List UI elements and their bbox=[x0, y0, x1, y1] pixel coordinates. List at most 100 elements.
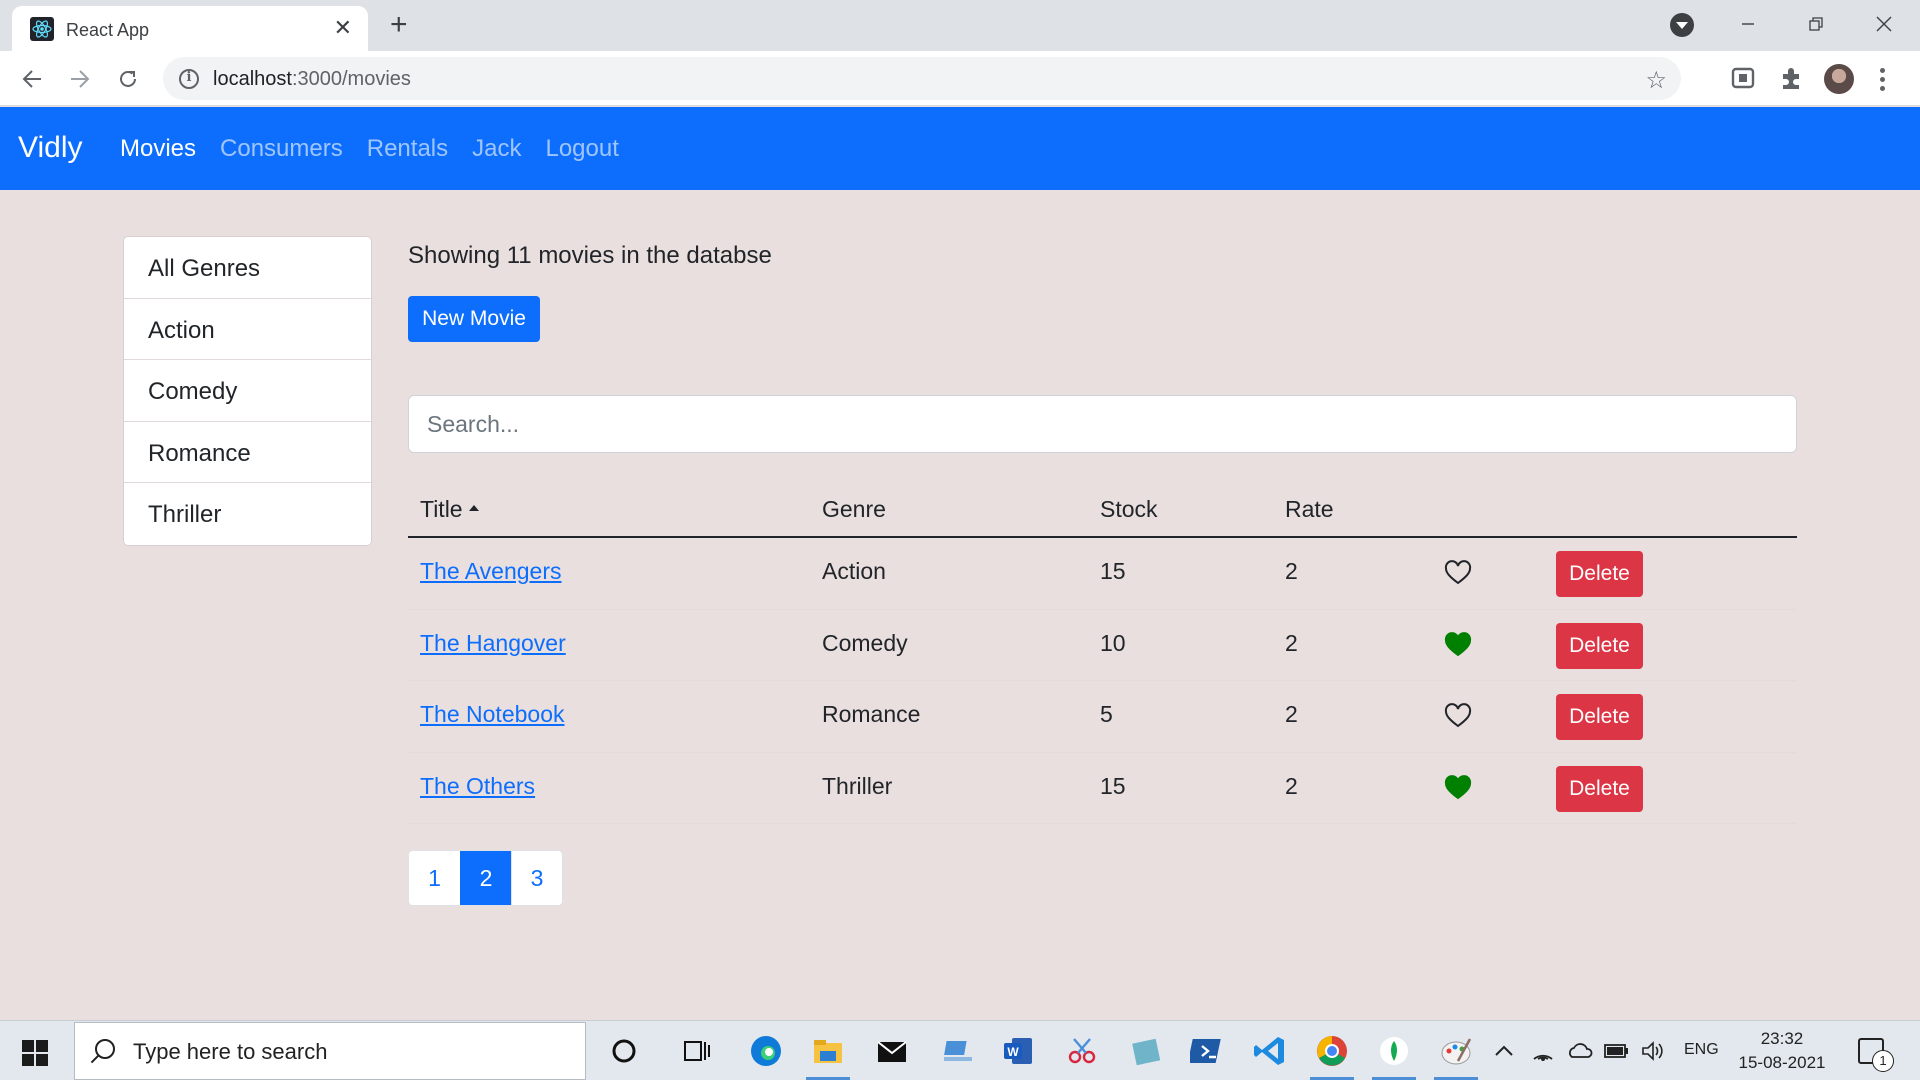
tray-chevron-up-icon[interactable] bbox=[1492, 1033, 1516, 1069]
mongodb-icon[interactable] bbox=[1376, 1033, 1412, 1069]
column-header-title[interactable]: Title bbox=[420, 496, 479, 523]
movie-title-link[interactable]: The Notebook bbox=[420, 701, 564, 728]
genre-item-thriller[interactable]: Thriller bbox=[124, 483, 371, 545]
delete-button[interactable]: Delete bbox=[1556, 694, 1643, 740]
like-heart-outline-icon[interactable] bbox=[1444, 703, 1472, 729]
system-clock[interactable]: 23:32 15-08-2021 bbox=[1737, 1027, 1827, 1075]
task-view-icon[interactable] bbox=[678, 1033, 714, 1069]
table-row: The Hangover Comedy 10 2 Delete bbox=[408, 610, 1797, 681]
tab-search-icon[interactable] bbox=[1670, 13, 1694, 37]
back-icon[interactable] bbox=[16, 63, 48, 95]
table-row: The Notebook Romance 5 2 Delete bbox=[408, 681, 1797, 753]
delete-button[interactable]: Delete bbox=[1556, 551, 1643, 597]
genre-item-action[interactable]: Action bbox=[124, 299, 371, 360]
chrome-icon[interactable] bbox=[1314, 1033, 1350, 1069]
notification-icon[interactable]: 1 bbox=[1858, 1038, 1894, 1072]
movie-rate: 2 bbox=[1285, 772, 1298, 799]
puzzle-icon[interactable] bbox=[1778, 65, 1804, 91]
movie-count-text: Showing 11 movies in the databse bbox=[408, 242, 772, 269]
nav-movies[interactable]: Movies bbox=[120, 135, 196, 163]
info-icon[interactable] bbox=[179, 69, 199, 89]
extension-icon[interactable] bbox=[1730, 65, 1756, 91]
address-bar[interactable]: localhost:3000/movies ☆ bbox=[163, 57, 1681, 100]
tab-title: React App bbox=[66, 20, 150, 40]
movie-rate: 2 bbox=[1285, 558, 1298, 584]
notification-badge: 1 bbox=[1872, 1050, 1894, 1072]
taskbar-search-box[interactable]: Type here to search bbox=[74, 1022, 586, 1080]
genre-item-comedy[interactable]: Comedy bbox=[124, 360, 371, 422]
forward-icon[interactable] bbox=[64, 63, 96, 95]
clock-time: 23:32 bbox=[1760, 1029, 1804, 1048]
movie-title-link[interactable]: The Others bbox=[420, 773, 535, 800]
page-link-1[interactable]: 1 bbox=[409, 851, 460, 905]
genre-item-all[interactable]: All Genres bbox=[124, 237, 371, 299]
close-window-icon[interactable] bbox=[1864, 8, 1904, 40]
nav-user[interactable]: Jack bbox=[472, 135, 521, 163]
mail-icon[interactable] bbox=[874, 1033, 910, 1069]
search-icon bbox=[95, 1039, 115, 1059]
react-icon bbox=[30, 17, 54, 41]
file-explorer-icon[interactable] bbox=[810, 1033, 846, 1069]
word-icon[interactable]: W bbox=[1000, 1033, 1036, 1069]
url-text: localhost:3000/movies bbox=[213, 68, 411, 90]
movie-genre: Comedy bbox=[822, 629, 908, 656]
page-link-2[interactable]: 2 bbox=[460, 851, 511, 905]
nav-consumers[interactable]: Consumers bbox=[220, 135, 343, 163]
delete-button[interactable]: Delete bbox=[1556, 765, 1643, 812]
movie-stock: 10 bbox=[1100, 629, 1126, 656]
snipping-tool-icon[interactable] bbox=[1064, 1033, 1100, 1069]
volume-icon[interactable] bbox=[1640, 1033, 1666, 1069]
edge-icon[interactable] bbox=[748, 1033, 784, 1069]
svg-text:W: W bbox=[1007, 1045, 1019, 1059]
sort-ascending-icon bbox=[468, 504, 479, 511]
vscode-icon[interactable] bbox=[1252, 1033, 1288, 1069]
movie-stock: 15 bbox=[1100, 558, 1126, 584]
page-link-3[interactable]: 3 bbox=[511, 851, 562, 905]
app-navbar: Vidly Movies Consumers Rentals Jack Logo… bbox=[0, 107, 1920, 190]
column-header-genre[interactable]: Genre bbox=[822, 496, 886, 523]
table-header: Title Genre Stock Rate bbox=[408, 480, 1797, 538]
nav-rentals[interactable]: Rentals bbox=[367, 135, 448, 163]
table-row: The Others Thriller 15 2 Delete bbox=[408, 753, 1797, 824]
onedrive-icon[interactable] bbox=[1566, 1033, 1594, 1069]
clock-date: 15-08-2021 bbox=[1738, 1053, 1826, 1072]
close-tab-icon[interactable]: ✕ bbox=[334, 16, 352, 40]
like-heart-filled-icon[interactable] bbox=[1444, 774, 1472, 801]
nav-logout[interactable]: Logout bbox=[545, 135, 618, 163]
menu-kebab-icon[interactable] bbox=[1878, 65, 1886, 93]
windows-start-icon[interactable] bbox=[22, 1040, 48, 1066]
language-indicator[interactable]: ENG bbox=[1684, 1041, 1719, 1059]
taskbar-search-text: Type here to search bbox=[133, 1039, 328, 1064]
restore-icon[interactable] bbox=[1796, 8, 1836, 40]
movie-stock: 5 bbox=[1100, 701, 1113, 727]
profile-avatar[interactable] bbox=[1824, 64, 1854, 94]
paint-icon[interactable] bbox=[1438, 1033, 1474, 1069]
delete-button[interactable]: Delete bbox=[1556, 622, 1643, 669]
sticky-app-icon[interactable] bbox=[1128, 1033, 1164, 1069]
nav-links: Movies Consumers Rentals Jack Logout bbox=[120, 135, 643, 163]
like-heart-outline-icon[interactable] bbox=[1444, 560, 1472, 586]
laptop-icon[interactable] bbox=[940, 1033, 976, 1069]
network-icon[interactable] bbox=[1530, 1033, 1556, 1069]
minimize-icon[interactable] bbox=[1728, 8, 1768, 40]
column-header-rate[interactable]: Rate bbox=[1285, 496, 1334, 523]
cortana-icon[interactable] bbox=[606, 1033, 642, 1069]
like-heart-filled-icon[interactable] bbox=[1444, 631, 1472, 658]
genre-item-romance[interactable]: Romance bbox=[124, 422, 371, 483]
movie-title-link[interactable]: The Hangover bbox=[420, 630, 566, 657]
column-header-stock[interactable]: Stock bbox=[1100, 496, 1158, 523]
new-tab-icon[interactable]: + bbox=[390, 10, 408, 40]
taskbar: Type here to search W ENG 23:32 15-08-20… bbox=[0, 1020, 1920, 1080]
new-movie-button[interactable]: New Movie bbox=[408, 296, 540, 342]
reload-icon[interactable] bbox=[112, 63, 144, 95]
movie-genre: Romance bbox=[822, 701, 921, 727]
brand-link[interactable]: Vidly bbox=[18, 131, 82, 165]
bookmark-star-icon[interactable]: ☆ bbox=[1645, 66, 1667, 95]
powershell-icon[interactable] bbox=[1190, 1033, 1226, 1069]
genre-list: All Genres Action Comedy Romance Thrille… bbox=[123, 236, 372, 546]
movie-title-link[interactable]: The Avengers bbox=[420, 558, 562, 585]
battery-icon[interactable] bbox=[1602, 1033, 1630, 1069]
search-input[interactable] bbox=[408, 395, 1797, 453]
browser-tab[interactable]: React App ✕ bbox=[12, 6, 368, 51]
movie-rate: 2 bbox=[1285, 701, 1298, 727]
